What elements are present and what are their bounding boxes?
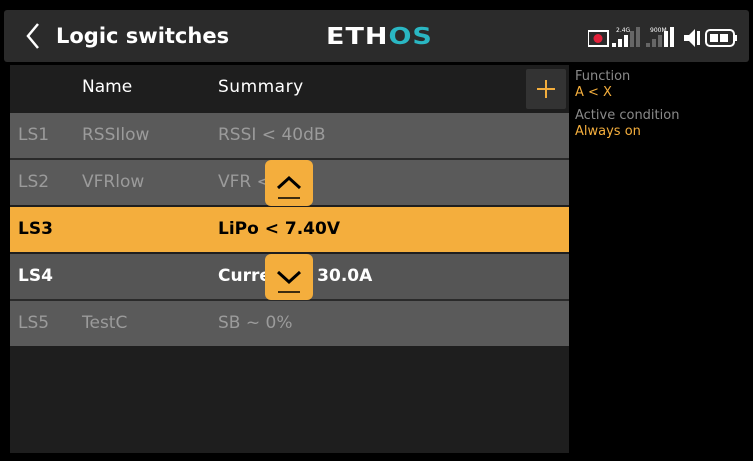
- add-switch-button[interactable]: [526, 69, 566, 109]
- switch-id: LS5: [18, 313, 50, 333]
- speaker-icon: [684, 29, 700, 47]
- svg-text:2.4G: 2.4G: [616, 27, 631, 34]
- chevron-up-icon: [276, 175, 302, 199]
- function-label: Function: [575, 69, 631, 84]
- function-value: A < X: [575, 85, 612, 100]
- chevron-left-icon: [26, 23, 39, 49]
- logo-text-os: OS: [388, 23, 433, 50]
- switch-id: LS1: [18, 125, 50, 145]
- switch-name: TestC: [82, 313, 128, 333]
- move-up-button[interactable]: [265, 160, 313, 206]
- ethos-logo: ETHOS: [326, 25, 433, 49]
- plus-icon: [537, 80, 555, 98]
- status-icons: 2.4G 900M: [587, 27, 737, 47]
- page-title: Logic switches: [56, 24, 230, 48]
- switch-name: RSSIlow: [82, 125, 150, 145]
- top-bar: Logic switches ETHOS 2.4G 900M: [4, 10, 749, 62]
- signal-900m-icon: 900M: [646, 27, 674, 47]
- battery-icon: [705, 29, 737, 47]
- table-row[interactable]: LS5 TestC SB ~ 0%: [10, 301, 569, 346]
- move-down-button[interactable]: [265, 254, 313, 300]
- switch-id: LS4: [18, 266, 53, 286]
- switch-summary: SB ~ 0%: [218, 313, 293, 333]
- column-header-summary: Summary: [218, 77, 304, 97]
- logic-switch-list: Name Summary LS1 RSSIlow RSSI < 40dB LS2…: [10, 65, 569, 453]
- signal-2.4g-icon: 2.4G: [612, 27, 640, 47]
- table-row-selected[interactable]: LS3 LiPo < 7.40V: [10, 207, 569, 252]
- switch-summary: RSSI < 40dB: [218, 125, 326, 145]
- screen: Logic switches ETHOS 2.4G 900M Name Summ…: [0, 0, 753, 461]
- active-condition-value: Always on: [575, 124, 641, 139]
- switch-details-panel: Function A < X Active condition Always o…: [575, 69, 745, 140]
- chevron-down-icon: [276, 270, 302, 293]
- active-condition-label: Active condition: [575, 108, 680, 123]
- table-header: Name Summary: [10, 65, 569, 111]
- status-bar: 2.4G 900M: [587, 26, 748, 50]
- switch-name: VFRlow: [82, 172, 145, 192]
- switch-summary: LiPo < 7.40V: [218, 219, 340, 239]
- back-button[interactable]: [22, 20, 46, 52]
- column-header-name: Name: [82, 77, 133, 97]
- switch-id: LS3: [18, 219, 53, 239]
- logo-text-eth: ETH: [326, 23, 389, 50]
- switch-id: LS2: [18, 172, 50, 192]
- table-row[interactable]: LS1 RSSIlow RSSI < 40dB: [10, 113, 569, 158]
- record-icon: [587, 30, 609, 47]
